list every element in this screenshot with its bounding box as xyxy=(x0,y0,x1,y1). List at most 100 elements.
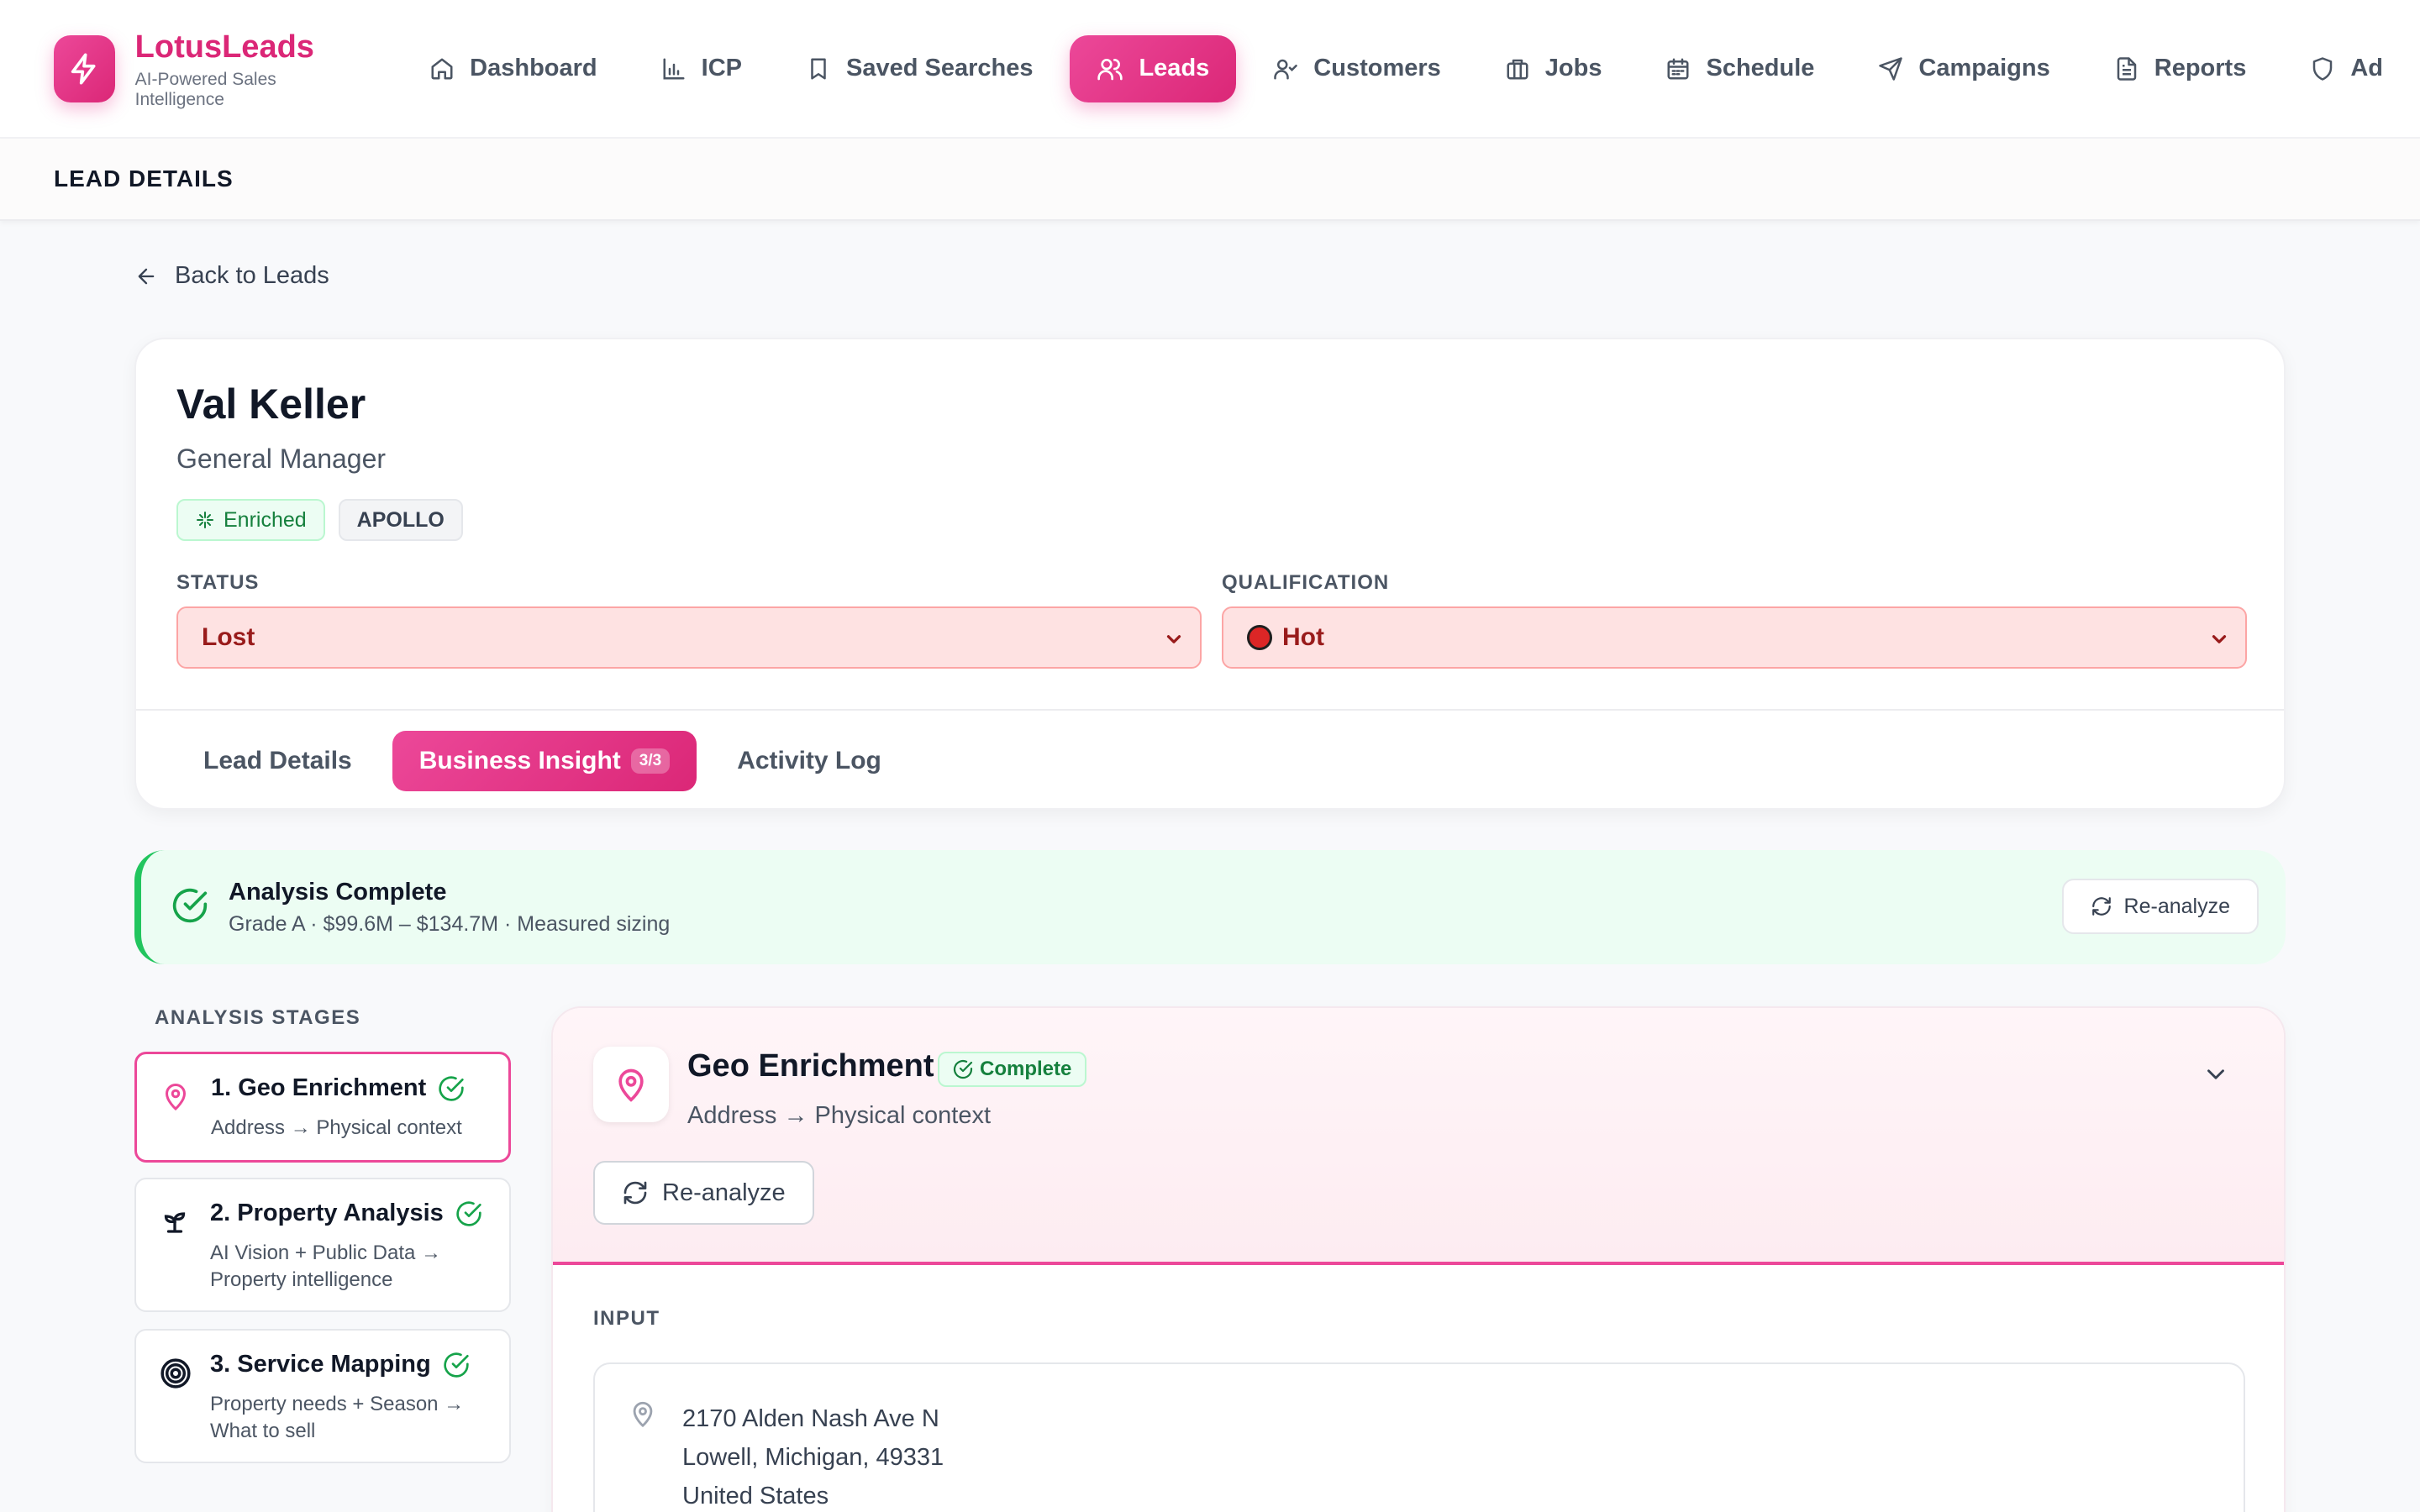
stage-description: Property needs + Season → What to sell xyxy=(210,1393,465,1442)
tab-lead-details[interactable]: Lead Details xyxy=(176,731,379,791)
input-heading: INPUT xyxy=(593,1307,660,1330)
sparkle-icon xyxy=(197,512,213,528)
enriched-badge-label: Enriched xyxy=(224,507,307,532)
address-line-1: 2170 Alden Nash Ave N xyxy=(682,1405,939,1432)
tab-label: Business Insight xyxy=(418,747,621,774)
check-circle-icon xyxy=(172,888,208,923)
check-circle-icon xyxy=(456,1200,481,1226)
status-value: Lost xyxy=(202,623,255,651)
back-to-leads-link[interactable]: Back to Leads xyxy=(134,262,329,290)
tab-label: Lead Details xyxy=(203,747,352,774)
arrow-left-icon xyxy=(138,268,155,284)
lead-badges: Enriched APOLLO xyxy=(176,499,476,541)
user-check-icon xyxy=(1274,59,1298,79)
nav-item-campaigns[interactable]: Campaigns xyxy=(1851,35,2076,102)
status-label: STATUS xyxy=(176,571,260,594)
nav-item-dashboard[interactable]: Dashboard xyxy=(402,35,623,102)
map-pin-icon xyxy=(165,1084,187,1111)
stages-heading: ANALYSIS STAGES xyxy=(155,1006,361,1029)
nav-item-admin[interactable]: Ad xyxy=(2283,35,2410,102)
chevron-down-icon[interactable] xyxy=(2202,1060,2230,1089)
stage-title: 1. Geo Enrichment xyxy=(211,1074,427,1101)
nav-label: Leads xyxy=(1139,55,1210,81)
nav-item-leads[interactable]: Leads xyxy=(1070,34,1237,102)
nav-item-reports[interactable]: Reports xyxy=(2087,35,2274,102)
brand-name: LotusLeads xyxy=(134,29,314,65)
main-nav: Dashboard ICP Saved Searches Leads Custo… xyxy=(402,34,2420,102)
home-icon xyxy=(431,58,453,79)
lead-tabs: Lead Details Business Insight 3/3 Activi… xyxy=(176,731,922,791)
nav-item-schedule[interactable]: Schedule xyxy=(1639,35,1841,102)
card-divider xyxy=(136,709,2284,711)
qualification-value: Hot xyxy=(1282,623,1324,651)
nav-label: Jobs xyxy=(1544,55,1602,81)
calendar-icon xyxy=(1667,58,1689,79)
analysis-summary: Grade A · $99.6M – $134.7M · Measured si… xyxy=(229,912,671,936)
qualification-select[interactable]: Hot xyxy=(1222,606,2247,669)
send-icon xyxy=(1879,56,1903,81)
stage-geo-enrichment[interactable]: 1. Geo Enrichment Address → Physical con… xyxy=(134,1052,511,1163)
panel-title: Geo Enrichment xyxy=(687,1048,934,1084)
shield-icon xyxy=(2313,56,2333,81)
address-input-box: 2170 Alden Nash Ave N Lowell, Michigan, … xyxy=(593,1362,2245,1512)
nav-label: Customers xyxy=(1313,55,1441,81)
nav-item-saved-searches[interactable]: Saved Searches xyxy=(779,35,1060,102)
reanalyze-label: Re-analyze xyxy=(2123,894,2230,918)
tab-label: Activity Log xyxy=(737,747,881,774)
back-link-label: Back to Leads xyxy=(175,262,329,289)
nav-label: ICP xyxy=(701,55,742,81)
section-header: LEAD DETAILS xyxy=(0,139,2420,221)
reanalyze-all-button[interactable]: Re-analyze xyxy=(2061,879,2259,934)
geo-enrichment-panel: Geo Enrichment Complete Address → Physic… xyxy=(551,1006,2286,1512)
lead-name: Val Keller xyxy=(176,381,366,428)
analysis-title: Analysis Complete xyxy=(229,879,447,906)
stage-title: 2. Property Analysis xyxy=(210,1200,444,1226)
top-navigation: LotusLeads AI-Powered Sales Intelligence… xyxy=(0,0,2420,139)
bar-chart-icon xyxy=(663,58,685,79)
refresh-icon xyxy=(2091,897,2111,916)
complete-badge-label: Complete xyxy=(980,1058,1072,1080)
enriched-badge: Enriched xyxy=(176,499,325,541)
brand[interactable]: LotusLeads AI-Powered Sales Intelligence xyxy=(54,28,349,110)
map-pin-icon xyxy=(633,1401,653,1428)
nav-label: Ad xyxy=(2350,55,2383,81)
tab-activity-log[interactable]: Activity Log xyxy=(710,731,908,791)
analysis-status-banner: Analysis Complete Grade A · $99.6M – $13… xyxy=(134,850,2286,964)
address-line-3: United States xyxy=(682,1483,829,1509)
status-select[interactable]: Lost xyxy=(176,606,1202,669)
stage-description: Address → Physical context xyxy=(211,1116,462,1139)
target-icon xyxy=(160,1358,191,1389)
panel-header: Geo Enrichment Complete Address → Physic… xyxy=(553,1008,2284,1265)
tab-business-insight[interactable]: Business Insight 3/3 xyxy=(392,731,697,791)
reanalyze-stage-button[interactable]: Re-analyze xyxy=(593,1161,814,1225)
hot-indicator-icon xyxy=(1247,625,1272,650)
chevron-down-icon xyxy=(2212,635,2227,643)
nav-label: Campaigns xyxy=(1918,55,2050,81)
address-text: 2170 Alden Nash Ave N Lowell, Michigan, … xyxy=(682,1399,944,1512)
briefcase-icon xyxy=(1507,59,1528,79)
map-pin-icon xyxy=(593,1047,669,1122)
check-circle-icon xyxy=(439,1075,464,1101)
tab-count-badge: 3/3 xyxy=(630,748,671,774)
file-text-icon xyxy=(2117,56,2136,81)
nav-label: Saved Searches xyxy=(845,55,1034,81)
reanalyze-label: Re-analyze xyxy=(662,1179,786,1206)
nav-item-customers[interactable]: Customers xyxy=(1246,35,1468,102)
stage-description: AI Vision + Public Data → Property intel… xyxy=(210,1242,442,1291)
stage-title: 3. Service Mapping xyxy=(210,1351,431,1378)
sprout-icon xyxy=(164,1212,186,1233)
nav-item-jobs[interactable]: Jobs xyxy=(1478,35,1629,102)
check-circle-icon xyxy=(444,1352,469,1378)
nav-label: Dashboard xyxy=(470,55,597,81)
users-icon xyxy=(1097,58,1123,80)
section-title: LEAD DETAILS xyxy=(54,165,234,192)
qualification-label: QUALIFICATION xyxy=(1222,571,1390,594)
lead-job-title: General Manager xyxy=(176,444,387,474)
panel-subtitle: Address → Physical context xyxy=(687,1102,992,1129)
bookmark-icon xyxy=(811,58,826,79)
nav-item-icp[interactable]: ICP xyxy=(634,35,769,102)
stage-service-mapping[interactable]: 3. Service Mapping Property needs + Seas… xyxy=(134,1329,511,1463)
brand-tagline: AI-Powered Sales Intelligence xyxy=(134,69,276,109)
stage-property-analysis[interactable]: 2. Property Analysis AI Vision + Public … xyxy=(134,1178,511,1312)
chevron-down-icon xyxy=(1166,635,1181,643)
